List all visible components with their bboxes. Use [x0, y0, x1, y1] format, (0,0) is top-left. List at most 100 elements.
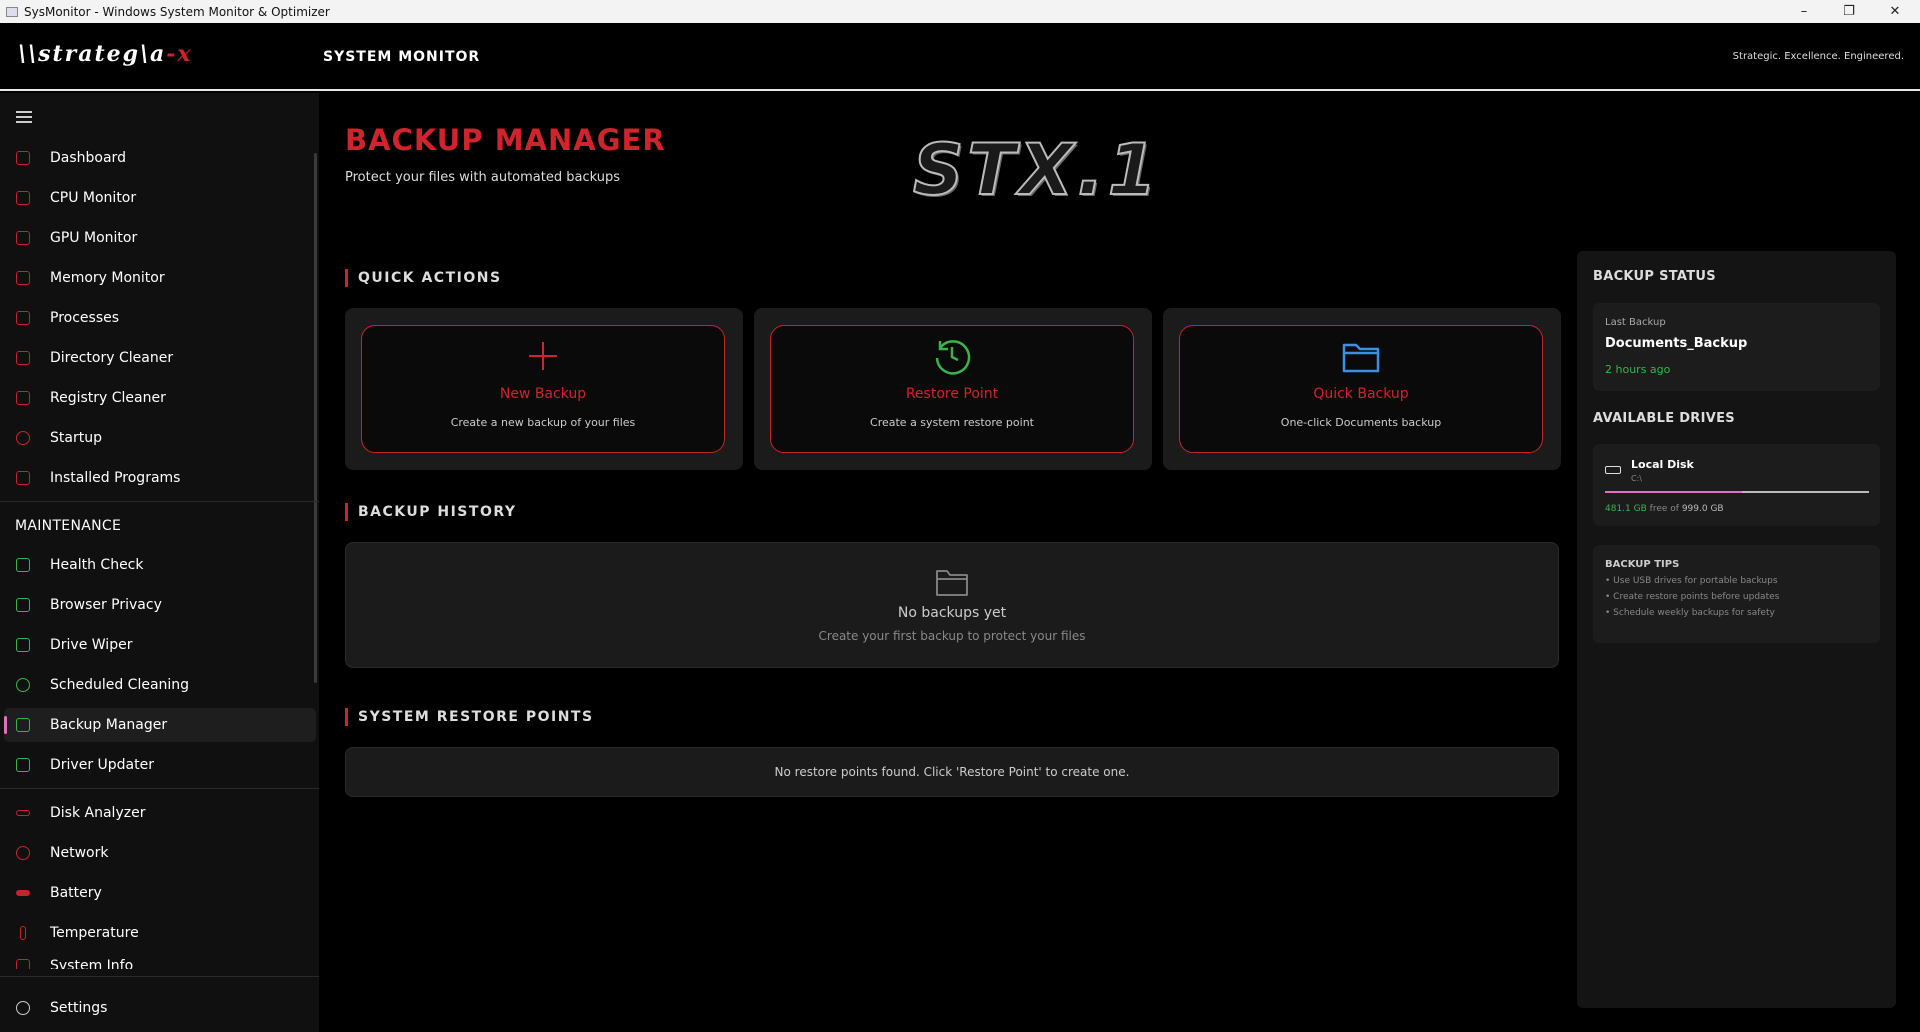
nav-label: Browser Privacy	[50, 597, 162, 613]
apps-icon	[16, 471, 30, 485]
nav-label: Drive Wiper	[50, 637, 133, 653]
page-title: BACKUP MANAGER	[345, 123, 666, 157]
page-subtitle: Protect your files with automated backup…	[345, 170, 620, 185]
last-backup-name: Documents_Backup	[1605, 336, 1748, 351]
broom-icon	[16, 391, 30, 405]
document-icon	[16, 311, 30, 325]
app-title: SYSTEM MONITOR	[323, 49, 481, 65]
drives-heading: AVAILABLE DRIVES	[1593, 411, 1735, 426]
nav-dashboard[interactable]: Dashboard	[4, 141, 316, 175]
nav-memory-monitor[interactable]: Memory Monitor	[4, 261, 316, 295]
nav-backup-manager[interactable]: Backup Manager	[4, 708, 316, 742]
action-label: Quick Backup	[1313, 386, 1409, 402]
action-desc: One-click Documents backup	[1280, 416, 1442, 429]
nav-label: Temperature	[50, 925, 139, 941]
tip-item: • Use USB drives for portable backups	[1605, 576, 1778, 586]
minimize-icon[interactable]: –	[1781, 0, 1827, 23]
chip-icon	[16, 758, 30, 772]
new-backup-button[interactable]: New Backup Create a new backup of your f…	[361, 325, 725, 453]
app-header: \\strateg\a-x SYSTEM MONITOR Strategic. …	[0, 23, 1920, 91]
last-backup-label: Last Backup	[1605, 317, 1666, 328]
nav-drive-wiper[interactable]: Drive Wiper	[4, 628, 316, 662]
nav-scheduled-cleaning[interactable]: Scheduled Cleaning	[4, 668, 316, 702]
nav-label: Network	[50, 845, 109, 861]
nav-label: Disk Analyzer	[50, 805, 146, 821]
archive-icon	[16, 718, 30, 732]
nav-label: Battery	[50, 885, 102, 901]
monitor-icon	[16, 231, 30, 245]
nav-label: Registry Cleaner	[50, 390, 166, 406]
tagline: Strategic. Excellence. Engineered.	[1732, 51, 1904, 62]
quick-backup-button[interactable]: Quick Backup One-click Documents backup	[1179, 325, 1543, 453]
action-label: Restore Point	[905, 386, 999, 402]
nav-settings[interactable]: Settings	[4, 991, 316, 1025]
backup-history-panel: No backups yet Create your first backup …	[345, 542, 1559, 668]
nav-network[interactable]: Network	[4, 836, 316, 870]
nav-cpu-monitor[interactable]: CPU Monitor	[4, 181, 316, 215]
backup-tips-card: BACKUP TIPS • Use USB drives for portabl…	[1593, 545, 1880, 643]
sidebar-divider	[0, 788, 319, 789]
nav-processes[interactable]: Processes	[4, 301, 316, 335]
restore-icon[interactable]: ❐	[1826, 0, 1872, 23]
nav-temperature[interactable]: Temperature	[4, 916, 316, 950]
trash-icon	[16, 351, 30, 365]
nav-label: System Info	[50, 959, 134, 969]
nav-battery[interactable]: Battery	[4, 876, 316, 910]
drive-free-of: free of	[1649, 504, 1679, 514]
plus-icon	[362, 326, 724, 386]
nav-label: Directory Cleaner	[50, 350, 174, 366]
restore-points-heading: SYSTEM RESTORE POINTS	[345, 708, 594, 726]
backup-status-panel: BACKUP STATUS Last Backup Documents_Back…	[1577, 251, 1896, 1008]
lock-icon	[16, 598, 30, 612]
nav-registry-cleaner[interactable]: Registry Cleaner	[4, 381, 316, 415]
window-title: SysMonitor - Windows System Monitor & Op…	[24, 4, 330, 19]
restore-point-button[interactable]: Restore Point Create a system restore po…	[770, 325, 1134, 453]
tips-heading: BACKUP TIPS	[1605, 559, 1680, 570]
nav-startup[interactable]: Startup	[4, 421, 316, 455]
status-heading: BACKUP STATUS	[1593, 269, 1716, 284]
nav-system-info[interactable]: System Info	[4, 959, 316, 969]
drive-free-value: 481.1 GB	[1605, 504, 1647, 514]
last-backup-card: Last Backup Documents_Backup 2 hours ago	[1593, 303, 1880, 391]
sidebar-divider	[0, 501, 319, 502]
menu-toggle-icon[interactable]	[16, 111, 32, 123]
nav-gpu-monitor[interactable]: GPU Monitor	[4, 221, 316, 255]
nav-system-info-clip: System Info	[4, 959, 316, 969]
nav-label: Installed Programs	[50, 470, 181, 486]
info-icon	[16, 959, 30, 969]
disk-icon	[16, 810, 30, 816]
action-desc: Create a system restore point	[870, 416, 1034, 429]
restore-points-panel: No restore points found. Click 'Restore …	[345, 747, 1559, 797]
drive-path: C:\	[1631, 474, 1642, 483]
nav-label: Processes	[50, 310, 120, 326]
quick-actions-heading: QUICK ACTIONS	[345, 269, 502, 287]
thumbs-up-icon	[16, 558, 30, 572]
nav-label: Dashboard	[50, 150, 126, 166]
maintenance-heading: MAINTENANCE	[15, 518, 122, 534]
history-icon	[771, 326, 1133, 386]
close-icon[interactable]: ✕	[1872, 0, 1918, 23]
nav-browser-privacy[interactable]: Browser Privacy	[4, 588, 316, 622]
window-titlebar: SysMonitor - Windows System Monitor & Op…	[0, 0, 1920, 23]
nav-driver-updater[interactable]: Driver Updater	[4, 748, 316, 782]
nav-label: GPU Monitor	[50, 230, 138, 246]
nav-health-check[interactable]: Health Check	[4, 548, 316, 582]
action-desc: Create a new backup of your files	[450, 416, 636, 429]
trash-icon	[16, 638, 30, 652]
app-icon	[6, 6, 18, 17]
last-backup-time: 2 hours ago	[1605, 363, 1671, 376]
globe-icon	[16, 846, 30, 860]
restore-empty-text: No restore points found. Click 'Restore …	[774, 765, 1130, 779]
nav-disk-analyzer[interactable]: Disk Analyzer	[4, 796, 316, 830]
nav-installed-programs[interactable]: Installed Programs	[4, 461, 316, 495]
backup-history-heading: BACKUP HISTORY	[345, 503, 517, 521]
nav-label: CPU Monitor	[50, 190, 137, 206]
home-icon	[16, 151, 30, 165]
stx-banner-logo: STX.1	[912, 128, 1161, 212]
folder-icon	[1180, 326, 1542, 386]
nav-directory-cleaner[interactable]: Directory Cleaner	[4, 341, 316, 375]
nav-label: Driver Updater	[50, 757, 154, 773]
nav-label: Scheduled Cleaning	[50, 677, 190, 693]
drive-card[interactable]: Local Disk C:\ 481.1 GB free of 999.0 GB	[1593, 444, 1880, 526]
drive-icon	[1605, 466, 1621, 474]
